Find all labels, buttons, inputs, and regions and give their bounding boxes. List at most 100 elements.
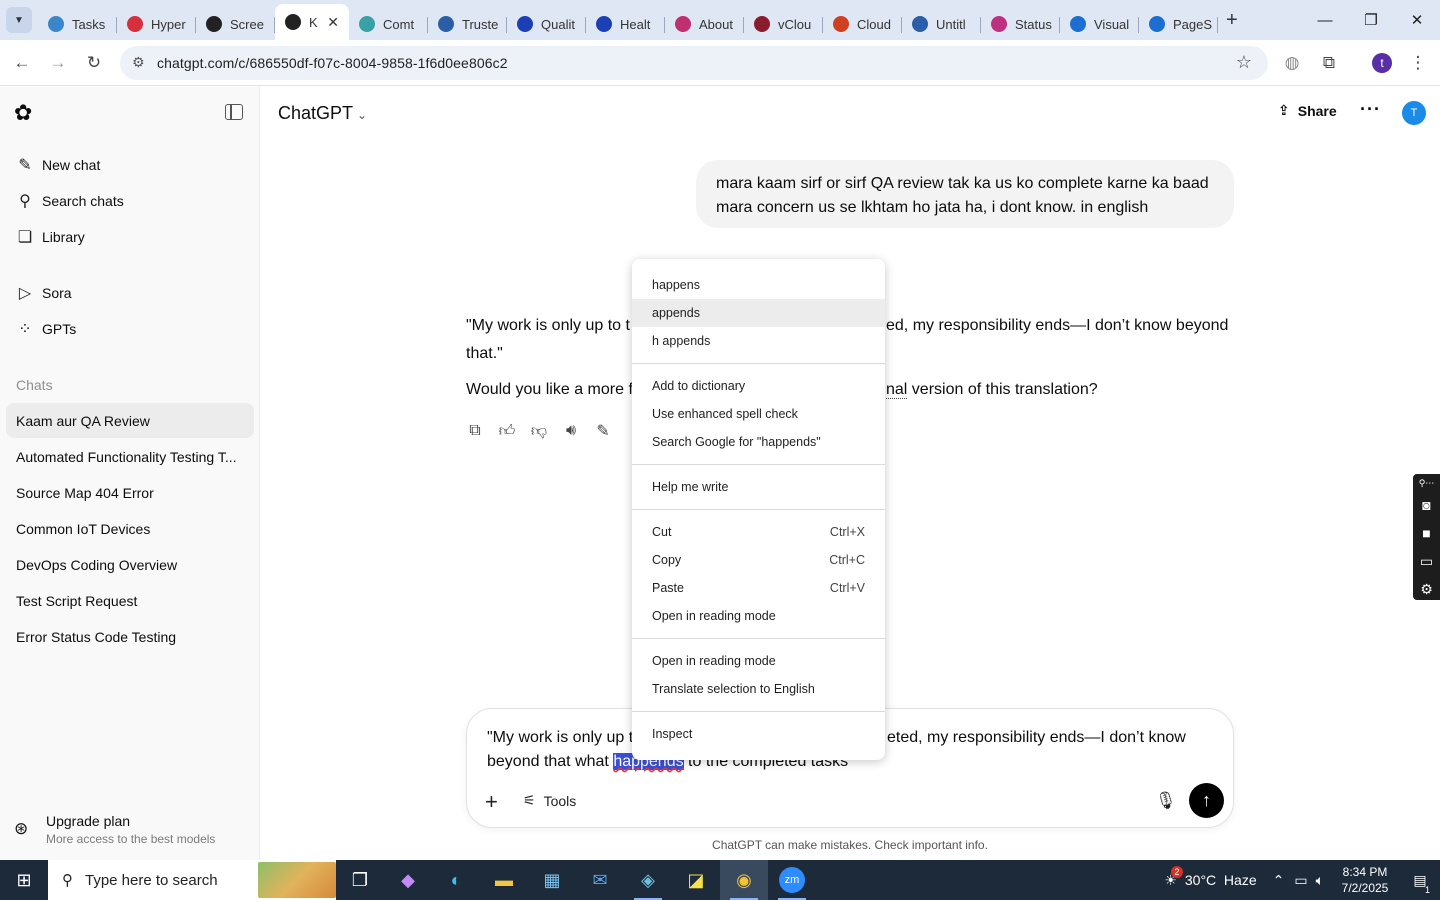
- menu-item-add-to-dictionary[interactable]: Add to dictionary: [632, 372, 885, 400]
- chat-item[interactable]: Source Map 404 Error: [16, 481, 238, 505]
- volume-icon[interactable]: 🔈︎: [1316, 872, 1324, 889]
- chat-item[interactable]: DevOps Coding Overview: [16, 553, 238, 577]
- microphone-icon[interactable]: 🎙︎: [1155, 791, 1177, 811]
- windows-start-icon[interactable]: ⊞: [0, 860, 48, 900]
- browser-tab[interactable]: Scree: [196, 8, 275, 40]
- sticky-notes-icon[interactable]: ◪: [672, 860, 720, 900]
- composer-text[interactable]: eted, my responsibility ends—I don’t kno…: [887, 726, 1186, 750]
- browser-tab[interactable]: Healt: [586, 8, 665, 40]
- chat-item[interactable]: Kaam aur QA Review: [16, 409, 238, 433]
- thumbs-up-icon[interactable]: 👍︎: [498, 422, 516, 440]
- close-window-button[interactable]: ✕: [1394, 0, 1440, 40]
- sidebar-item-library[interactable]: ❏ Library: [16, 225, 85, 249]
- spelling-suggestion[interactable]: happens: [632, 271, 885, 299]
- menu-item-reading-mode[interactable]: Open in reading mode: [632, 602, 885, 630]
- url-text[interactable]: chatgpt.com/c/686550df-f07c-8004-9858-1f…: [157, 55, 508, 71]
- browser-tab[interactable]: K ✕: [275, 4, 349, 40]
- browser-tab[interactable]: Hyper: [117, 8, 196, 40]
- weather-icon[interactable]: ☀ 2: [1164, 865, 1183, 889]
- close-tab-icon[interactable]: ✕: [327, 14, 339, 31]
- edge-icon[interactable]: ◐: [432, 860, 480, 900]
- app-cube-icon[interactable]: ◈: [624, 860, 672, 900]
- browser-tab[interactable]: Comt: [349, 8, 428, 40]
- spelling-suggestion[interactable]: h appends: [632, 327, 885, 355]
- window-icon[interactable]: ▭: [1420, 550, 1433, 572]
- thumbs-down-icon[interactable]: 👎︎: [530, 422, 548, 440]
- file-explorer-icon[interactable]: ▬: [480, 860, 528, 900]
- sidebar-item-gpts[interactable]: ⁘ GPTs: [16, 317, 76, 341]
- new-tab-button[interactable]: +: [1226, 9, 1238, 32]
- spelling-suggestion[interactable]: appends: [632, 299, 885, 327]
- browser-tab[interactable]: PageS: [1139, 8, 1218, 40]
- browser-menu-icon[interactable]: ⋮: [1407, 52, 1429, 74]
- menu-item-translate[interactable]: Translate selection to English: [632, 675, 885, 703]
- maximize-button[interactable]: ❐: [1348, 0, 1394, 40]
- menu-item-paste[interactable]: Paste Ctrl+V: [632, 574, 885, 602]
- read-aloud-icon[interactable]: 🔊︎: [562, 422, 580, 440]
- browser-tab[interactable]: Tasks: [38, 8, 117, 40]
- chat-item[interactable]: Automated Functionality Testing T...: [16, 445, 238, 469]
- store-icon[interactable]: ▦: [528, 860, 576, 900]
- extensions-icon[interactable]: ⧉: [1318, 52, 1340, 74]
- more-options-icon[interactable]: ···: [1360, 99, 1381, 120]
- video-icon[interactable]: ■: [1422, 522, 1430, 544]
- menu-item-enhanced-spell-check[interactable]: Use enhanced spell check: [632, 400, 885, 428]
- site-info-icon[interactable]: ⚙: [132, 54, 145, 71]
- pin-icon[interactable]: ⚲⋯: [1419, 478, 1435, 488]
- sidebar-item-sora[interactable]: ▷ Sora: [16, 281, 72, 305]
- browser-tab[interactable]: About: [665, 8, 744, 40]
- chatgpt-logo-icon[interactable]: ✿: [14, 101, 38, 125]
- menu-item-cut[interactable]: Cut Ctrl+X: [632, 518, 885, 546]
- share-button[interactable]: ⇪ Share: [1278, 102, 1337, 119]
- forward-arrow-icon[interactable]: →: [47, 52, 69, 74]
- browser-tab[interactable]: Truste: [428, 8, 507, 40]
- chat-item[interactable]: Test Script Request: [16, 589, 238, 613]
- send-button[interactable]: ↑: [1189, 783, 1224, 818]
- menu-item-copy[interactable]: Copy Ctrl+C: [632, 546, 885, 574]
- back-arrow-icon[interactable]: ←: [11, 52, 33, 74]
- menu-item-reading-mode-2[interactable]: Open in reading mode: [632, 647, 885, 675]
- menu-item-inspect[interactable]: Inspect: [632, 720, 885, 748]
- add-attachment-icon[interactable]: +: [485, 789, 498, 815]
- menu-item-help-me-write[interactable]: Help me write: [632, 473, 885, 501]
- chat-item[interactable]: Error Status Code Testing: [16, 625, 238, 649]
- composer-text[interactable]: "My work is only up t: [487, 726, 633, 750]
- browser-tab[interactable]: vClou: [744, 8, 823, 40]
- task-view-icon[interactable]: ❐: [336, 860, 384, 900]
- sidebar-toggle-icon[interactable]: [225, 104, 243, 120]
- browser-tab[interactable]: Cloud: [823, 8, 902, 40]
- clock[interactable]: 8:34 PM 7/2/2025: [1330, 864, 1400, 896]
- bookmark-star-icon[interactable]: ☆: [1236, 52, 1252, 73]
- chat-item[interactable]: Common IoT Devices: [16, 517, 238, 541]
- settings-gear-icon[interactable]: ⚙: [1420, 578, 1433, 600]
- sidebar-item-new-chat[interactable]: ✎ New chat: [16, 153, 100, 177]
- tab-search-button[interactable]: ▼: [6, 7, 32, 33]
- camera-icon[interactable]: ◙: [1422, 494, 1430, 516]
- browser-tab[interactable]: Status: [981, 8, 1060, 40]
- browser-tab[interactable]: Visual: [1060, 8, 1139, 40]
- mail-icon[interactable]: ✉: [576, 860, 624, 900]
- reload-icon[interactable]: ↻: [83, 52, 105, 74]
- minimize-button[interactable]: —: [1302, 0, 1348, 40]
- browser-profile-avatar[interactable]: t: [1372, 53, 1392, 73]
- browser-tab[interactable]: Untitl: [902, 8, 981, 40]
- upgrade-icon: ⊛: [14, 819, 29, 838]
- edit-canvas-icon[interactable]: ✎: [594, 422, 612, 440]
- browser-tab[interactable]: Qualit: [507, 8, 586, 40]
- sidebar-item-search-chats[interactable]: ⚲ Search chats: [16, 189, 124, 213]
- copilot-icon[interactable]: ◆: [384, 860, 432, 900]
- taskbar-search[interactable]: ⚲ Type here to search: [48, 860, 336, 900]
- globe-icon[interactable]: ◍: [1281, 52, 1303, 74]
- chevron-up-icon[interactable]: ⌃: [1273, 872, 1285, 889]
- avatar[interactable]: T: [1402, 101, 1426, 125]
- weather-text[interactable]: 30°C Haze: [1185, 872, 1257, 888]
- zoom-icon[interactable]: zm: [768, 860, 816, 900]
- network-icon[interactable]: ▭: [1294, 872, 1307, 889]
- tools-button[interactable]: ⚟ Tools: [523, 792, 576, 809]
- address-bar[interactable]: ⚙ chatgpt.com/c/686550df-f07c-8004-9858-…: [120, 46, 1268, 80]
- copy-icon[interactable]: ⧉: [466, 422, 484, 440]
- notification-icon[interactable]: ▤ 1: [1400, 872, 1440, 895]
- model-selector[interactable]: ChatGPT ⌄: [278, 103, 367, 124]
- chrome-icon[interactable]: ◉: [720, 860, 768, 900]
- menu-item-search-google[interactable]: Search Google for "happends": [632, 428, 885, 456]
